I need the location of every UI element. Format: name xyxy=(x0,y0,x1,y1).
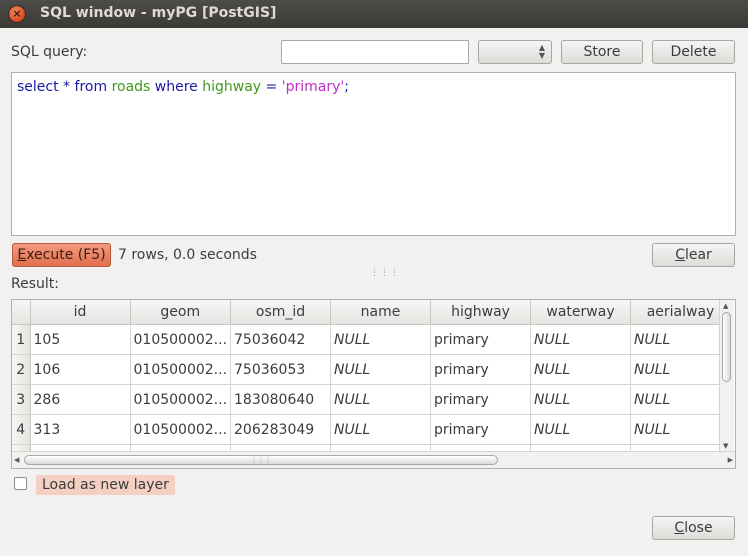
table-cell[interactable]: 75036053 xyxy=(230,354,332,385)
clear-label: lear xyxy=(684,247,712,263)
table-cell[interactable]: NULL xyxy=(330,324,432,355)
table-cell[interactable]: primary xyxy=(430,324,532,355)
sql-token: where xyxy=(154,79,198,95)
table-cell[interactable]: NULL xyxy=(630,354,732,385)
column-header-osm_id[interactable]: osm_id xyxy=(230,300,332,325)
table-cell[interactable]: NULL xyxy=(630,384,732,415)
table-cell[interactable]: NULL xyxy=(630,414,732,445)
table-row[interactable]: 4 313 010500002... 206283049 NULL primary NULL… xyxy=(12,414,732,445)
table-cell[interactable]: 105 xyxy=(30,324,131,355)
row-number[interactable]: 4 xyxy=(12,414,31,445)
execute-mnemonic: E xyxy=(17,247,27,263)
result-label: Result: xyxy=(11,276,59,292)
clear-mnemonic: C xyxy=(675,247,685,263)
table-header-row: id geom osm_id name highway waterway aerialway xyxy=(12,300,732,325)
scroll-up-icon[interactable]: ▲ xyxy=(723,302,728,310)
column-header-geom[interactable]: geom xyxy=(130,300,232,325)
table-cell[interactable]: NULL xyxy=(530,324,632,355)
table-row[interactable]: 1 105 010500002... 75036042 NULL primary NULL N… xyxy=(12,324,732,355)
table-cell[interactable]: NULL xyxy=(530,384,632,415)
column-header-aerialway[interactable]: aerialway xyxy=(630,300,732,325)
execute-button[interactable]: Execute (F5) xyxy=(12,243,111,267)
table-cell[interactable]: 010500002... xyxy=(130,384,232,415)
store-button[interactable]: Store xyxy=(561,40,643,64)
row-number[interactable]: 2 xyxy=(12,354,31,385)
load-as-layer-label[interactable]: Load as new layer xyxy=(36,475,175,495)
table-cell[interactable]: 286 xyxy=(30,384,131,415)
table-cell[interactable]: NULL xyxy=(330,354,432,385)
clear-button[interactable]: Clear xyxy=(652,243,735,267)
horizontal-scrollbar[interactable]: ◀ ⋮⋮⋮ ▶ xyxy=(12,451,735,468)
result-table[interactable]: id geom osm_id name highway waterway aerialway… xyxy=(11,299,736,469)
scroll-down-icon[interactable]: ▼ xyxy=(723,442,728,450)
vertical-scrollbar[interactable]: ▲ ▼ xyxy=(719,300,734,452)
execute-label: xecute (F5) xyxy=(26,247,106,263)
table-cell[interactable]: 75036042 xyxy=(230,324,332,355)
sql-token: ; xyxy=(344,79,349,95)
table-cell[interactable]: 010500002... xyxy=(130,414,232,445)
scroll-right-icon[interactable]: ▶ xyxy=(728,456,733,464)
horizontal-scroll-thumb[interactable]: ⋮⋮⋮ xyxy=(24,455,498,465)
table-cell[interactable]: 206283049 xyxy=(230,414,332,445)
table-row[interactable]: 2 106 010500002... 75036053 NULL primary NULL N… xyxy=(12,354,732,385)
delete-button[interactable]: Delete xyxy=(652,40,735,64)
spinner-arrows-icon: ▲ ▼ xyxy=(538,43,545,60)
table-cell[interactable]: NULL xyxy=(530,354,632,385)
table-cell[interactable]: 313 xyxy=(30,414,131,445)
table-cell[interactable]: NULL xyxy=(330,414,432,445)
column-header-name[interactable]: name xyxy=(330,300,432,325)
close-label: lose xyxy=(684,520,713,536)
scroll-left-icon[interactable]: ◀ xyxy=(14,456,19,464)
close-mnemonic: C xyxy=(674,520,685,536)
close-window-icon[interactable]: × xyxy=(9,6,25,22)
sql-token: highway xyxy=(202,79,262,95)
sql-token: roads xyxy=(111,79,151,95)
table-cell[interactable]: NULL xyxy=(330,384,432,415)
window-title: SQL window - myPG [PostGIS] xyxy=(40,5,277,21)
column-header-highway[interactable]: highway xyxy=(430,300,532,325)
row-number[interactable]: 3 xyxy=(12,384,31,415)
table-row[interactable]: 3 286 010500002... 183080640 NULL primary NULL… xyxy=(12,384,732,415)
saved-query-dropdown[interactable]: ▲ ▼ xyxy=(478,40,552,64)
sql-token: from xyxy=(74,79,108,95)
table-cell[interactable]: 010500002... xyxy=(130,354,232,385)
table-cell[interactable]: 010500002... xyxy=(130,324,232,355)
close-button[interactable]: Close xyxy=(652,516,735,540)
title-bar: × SQL window - myPG [PostGIS] xyxy=(0,0,748,28)
column-header-id[interactable]: id xyxy=(30,300,131,325)
table-cell[interactable]: 106 xyxy=(30,354,131,385)
table-cell[interactable]: primary xyxy=(430,354,532,385)
column-header-waterway[interactable]: waterway xyxy=(530,300,632,325)
table-cell[interactable]: NULL xyxy=(530,414,632,445)
table-cell[interactable]: NULL xyxy=(630,324,732,355)
sql-editor[interactable]: select * from roads where highway = 'pri… xyxy=(11,72,736,236)
vertical-scroll-thumb[interactable] xyxy=(722,312,731,382)
load-as-layer-checkbox[interactable] xyxy=(14,477,27,490)
sql-token: select xyxy=(17,79,59,95)
sql-query-label: SQL query: xyxy=(11,44,88,60)
table-cell[interactable]: 183080640 xyxy=(230,384,332,415)
table-cell[interactable]: primary xyxy=(430,384,532,415)
sql-token: = xyxy=(261,79,282,95)
splitter-handle[interactable]: ⋮⋮⋮ xyxy=(370,268,400,278)
execution-status: 7 rows, 0.0 seconds xyxy=(118,247,257,263)
row-number[interactable]: 1 xyxy=(12,324,31,355)
sql-token: * xyxy=(58,79,75,95)
table-cell[interactable]: primary xyxy=(430,414,532,445)
sql-token: 'primary' xyxy=(281,79,345,95)
query-name-input[interactable] xyxy=(281,40,469,64)
corner-header xyxy=(12,300,31,325)
